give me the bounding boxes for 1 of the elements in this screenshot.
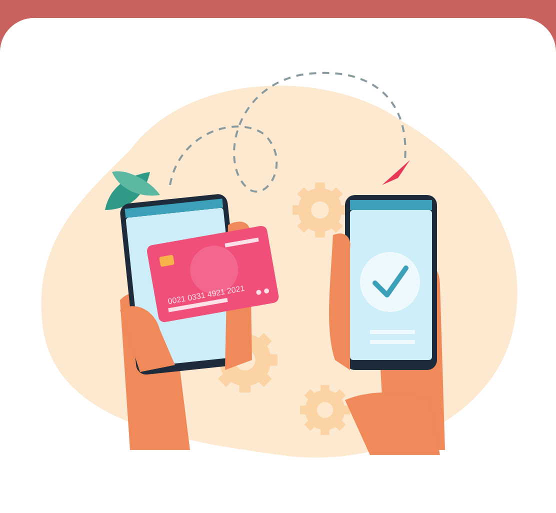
card-number: 0021 0331 4921 2021 bbox=[167, 284, 246, 306]
